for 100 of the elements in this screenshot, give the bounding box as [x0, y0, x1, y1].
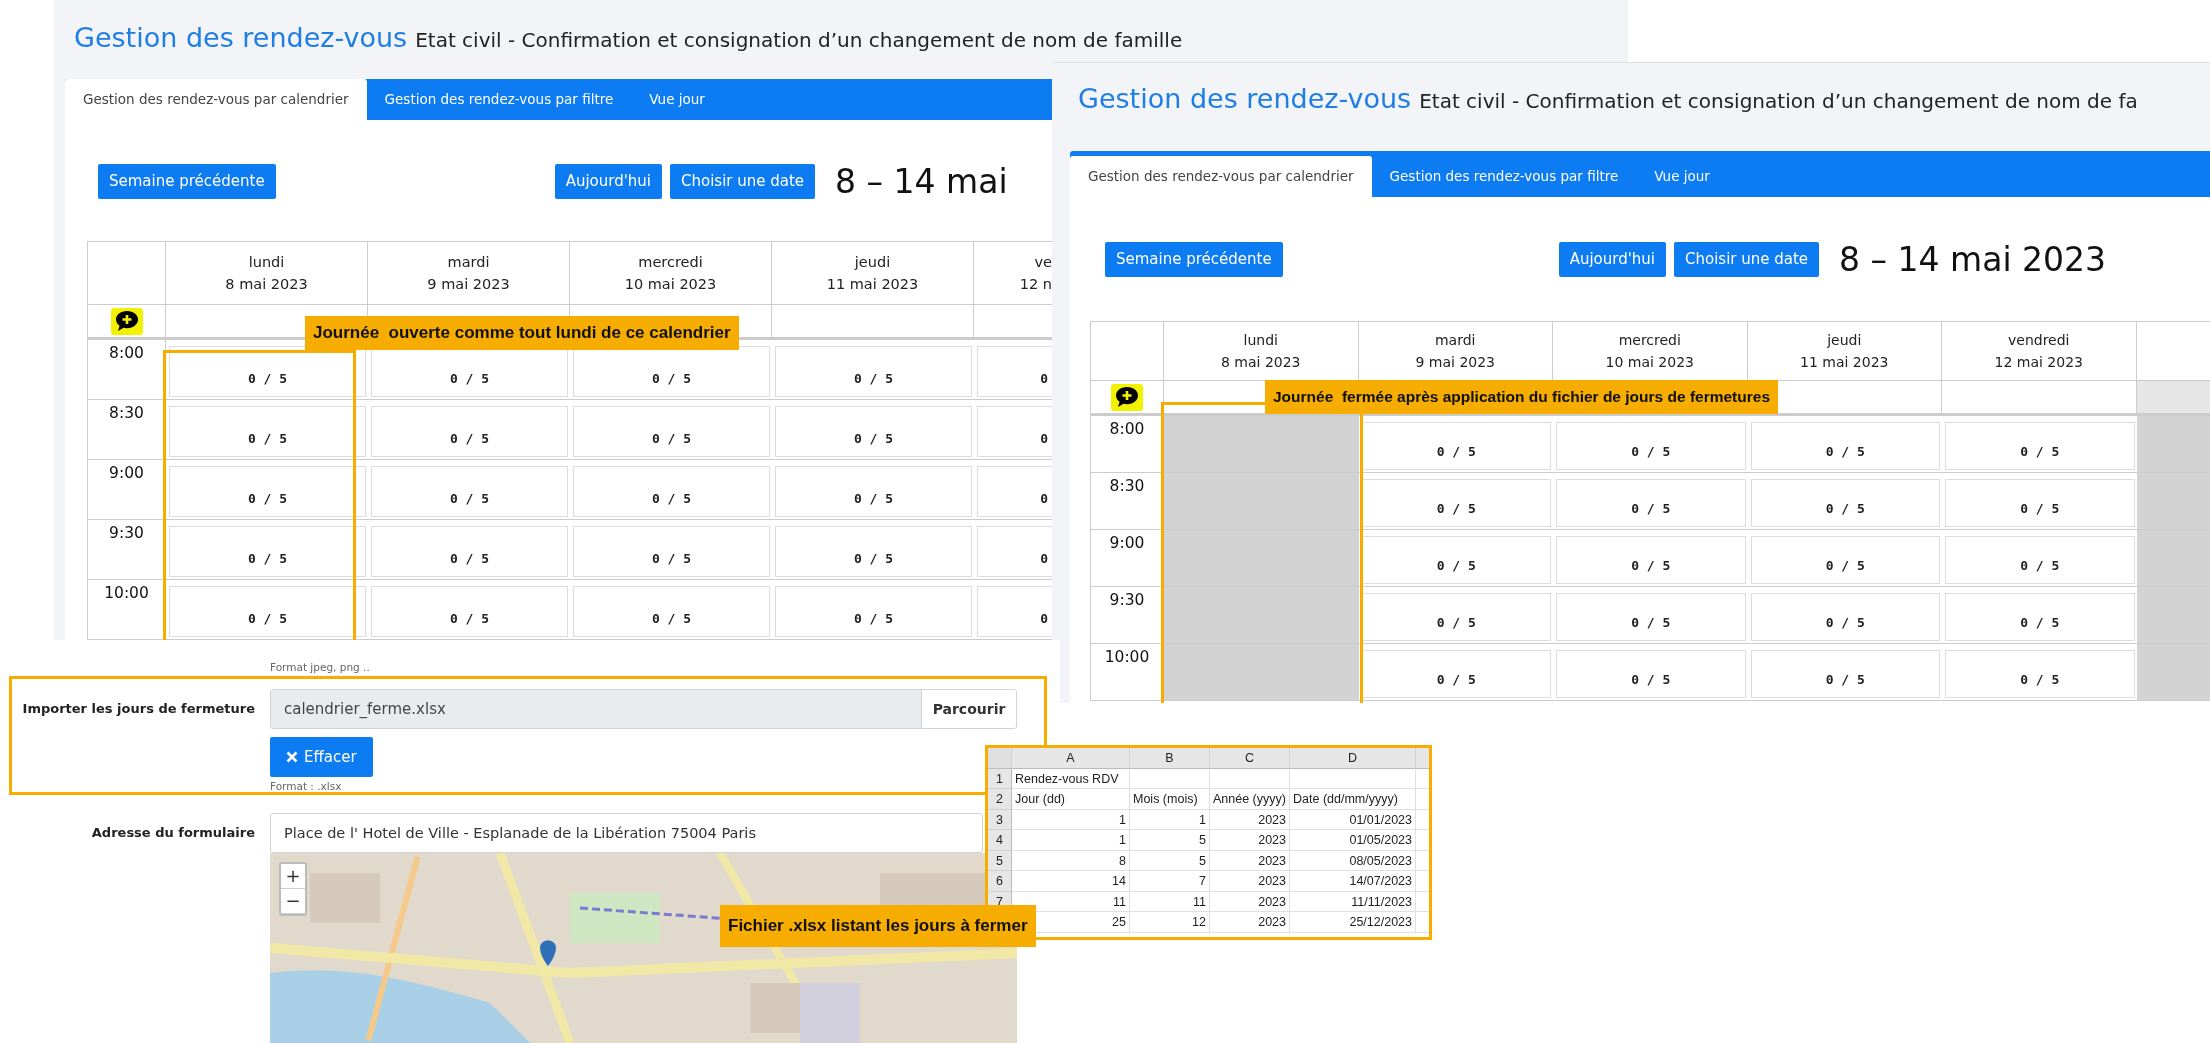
slot-count: 0 / 5 [1631, 672, 1671, 687]
slot-cell[interactable]: 0 / 5 [371, 466, 568, 517]
zoom-button[interactable]: − [281, 889, 305, 914]
slot-cell[interactable]: 0 / 5 [1750, 593, 1940, 641]
tab[interactable]: Gestion des rendez-vous par calendrier [65, 79, 367, 120]
sheet-cell: Rendez-vous RDV [1012, 768, 1130, 789]
slot-count: 0 / 5 [1825, 615, 1865, 630]
slot-count: 0 / 5 [1631, 501, 1671, 516]
day-date: 8 mai 2023 [225, 275, 308, 294]
day-name: lundi [1243, 331, 1278, 350]
slot-count: 0 / 5 [449, 611, 490, 626]
zoom-button[interactable]: + [281, 864, 305, 889]
slot-cell[interactable]: 0 / 5 [1556, 479, 1746, 527]
slot-count: 0 / 5 [1825, 672, 1865, 687]
slot-cell[interactable]: 0 / 5 [1556, 650, 1746, 698]
slot-cell[interactable]: 0 / 5 [1556, 536, 1746, 584]
page-title: Gestion des rendez-vous [1078, 83, 1412, 114]
slot-cell[interactable]: 0 / 5 [775, 346, 972, 397]
slot-count: 0 / 5 [247, 371, 288, 386]
sheet-cell: Mois (mois) [1130, 789, 1210, 810]
today-button[interactable]: Aujourd'hui [1558, 241, 1666, 277]
slot-count: 0 / 5 [2020, 558, 2060, 573]
slot-count: 0 / 5 [1436, 501, 1476, 516]
slot-cell[interactable]: 0 / 5 [1750, 479, 1940, 527]
day-date: 9 mai 2023 [427, 275, 510, 294]
slot-cell[interactable]: 0 / 5 [169, 586, 366, 637]
slot-count: 0 / 5 [247, 491, 288, 506]
slot-count: 0 / 5 [449, 551, 490, 566]
day-date: 8 mai 2023 [1220, 353, 1301, 372]
slot-cell[interactable]: 0 / 5 [573, 526, 770, 577]
row-number: 3 [988, 809, 1012, 830]
clear-button[interactable]: Effacer [270, 737, 373, 777]
sheet-cell: 7 [1130, 871, 1210, 892]
slot-cell[interactable]: 0 / 5 [1750, 536, 1940, 584]
choose-date-button[interactable]: Choisir une date [1674, 241, 1820, 277]
sheet-cell: Année (yyyy) [1210, 789, 1290, 810]
slot-cell[interactable]: 0 / 5 [371, 526, 568, 577]
slot-cell[interactable]: 0 / 5 [1556, 593, 1746, 641]
sheet-cell: 12 [1130, 912, 1210, 933]
day-name: mardi [1435, 331, 1476, 350]
slot-count: 0 / 5 [449, 431, 490, 446]
previous-week-button[interactable]: Semaine précédente [98, 163, 276, 199]
previous-week-button[interactable]: Semaine précédente [1105, 241, 1283, 277]
slot-cell[interactable]: 0 / 5 [573, 406, 770, 457]
slot-count: 0 / 5 [247, 551, 288, 566]
add-comment-icon[interactable] [1111, 383, 1143, 411]
slot-cell[interactable]: 0 / 5 [1361, 593, 1551, 641]
slot-cell[interactable]: 0 / 5 [1945, 536, 2135, 584]
slot-cell[interactable]: 0 / 5 [1945, 422, 2135, 470]
slot-cell[interactable]: 0 / 5 [573, 466, 770, 517]
slot-cell[interactable]: 0 / 5 [169, 526, 366, 577]
slot-count: 0 / 5 [853, 491, 894, 506]
slot-cell[interactable]: 0 / 5 [1556, 422, 1746, 470]
today-button[interactable]: Aujourd'hui [554, 163, 662, 199]
slot-cell[interactable]: 0 / 5 [1945, 650, 2135, 698]
slot-cell[interactable]: 0 / 5 [169, 466, 366, 517]
slot-count: 0 / 5 [1436, 615, 1476, 630]
slot-cell[interactable]: 0 / 5 [775, 406, 972, 457]
browse-button[interactable]: Parcourir [921, 690, 1016, 728]
day-name: vendredi [2008, 331, 2070, 350]
sheet-cell: 2023 [1210, 809, 1290, 830]
tab[interactable]: Vue jour [631, 79, 723, 120]
slot-count: 0 / 5 [1825, 558, 1865, 573]
slot-cell[interactable]: 0 / 5 [573, 586, 770, 637]
sheet-cell: Date (dd/mm/yyyy) [1290, 789, 1416, 810]
slot-cell[interactable]: 0 / 5 [1361, 422, 1551, 470]
slot-cell[interactable]: 0 / 5 [775, 526, 972, 577]
slot-count: 0 [1040, 611, 1048, 626]
add-comment-icon[interactable] [110, 307, 143, 335]
choose-date-button[interactable]: Choisir une date [670, 163, 816, 199]
slot-count: 0 / 5 [853, 551, 894, 566]
slot-cell[interactable]: 0 / 5 [1750, 650, 1940, 698]
slot-cell[interactable]: 0 / 5 [371, 586, 568, 637]
day-name: jeudi [1827, 331, 1862, 350]
time-label: 8:30 [88, 400, 166, 460]
sheet-cell: 5 [1130, 850, 1210, 871]
slot-cell[interactable]: 0 / 5 [1361, 536, 1551, 584]
slot-cell[interactable]: 0 / 5 [1945, 479, 2135, 527]
slot-cell[interactable]: 0 / 5 [775, 586, 972, 637]
tab[interactable]: Gestion des rendez-vous par filtre [1371, 156, 1637, 197]
column-header: A [1012, 748, 1130, 769]
slot-cell[interactable]: 0 / 5 [371, 406, 568, 457]
file-field[interactable]: calendrier_ferme.xlsx Parcourir [270, 689, 1017, 729]
sheet-cell: 2023 [1210, 830, 1290, 851]
slot-cell[interactable]: 0 / 5 [1361, 479, 1551, 527]
slot-count: 0 / 5 [1825, 501, 1865, 516]
tab[interactable]: Gestion des rendez-vous par calendrier [1070, 156, 1372, 197]
address-field[interactable]: Place de l' Hotel de Ville - Esplanade de la Libération 75004 Paris [270, 813, 983, 853]
slot-cell[interactable]: 0 / 5 [775, 466, 972, 517]
tab[interactable]: Vue jour [1636, 156, 1728, 197]
slot-count: 0 / 5 [2020, 444, 2060, 459]
day-name: jeudi [854, 253, 891, 272]
page-subtitle: Etat civil - Confirmation et consignation d’un changement de nom de famille [415, 28, 1183, 52]
slot-cell[interactable]: 0 / 5 [1945, 593, 2135, 641]
slot-cell[interactable]: 0 / 5 [1750, 422, 1940, 470]
sheet-cell: 01/01/2023 [1290, 809, 1416, 830]
tab[interactable]: Gestion des rendez-vous par filtre [366, 79, 632, 120]
slot-cell[interactable]: 0 / 5 [169, 406, 366, 457]
slot-cell[interactable]: 0 / 5 [1361, 650, 1551, 698]
sheet-cell: 11 [1130, 891, 1210, 912]
